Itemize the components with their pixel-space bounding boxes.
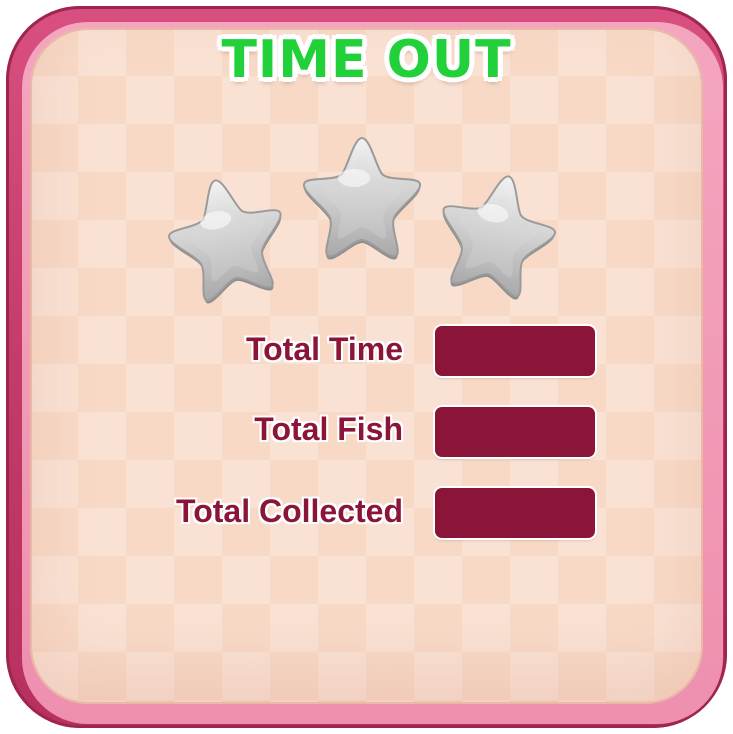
star-rating xyxy=(158,137,566,309)
stat-label-total-time: Total Time xyxy=(245,331,403,367)
stat-value-total-time xyxy=(435,326,595,376)
star-icon xyxy=(427,163,566,305)
stat-value-total-collected xyxy=(435,488,595,538)
stat-label-total-collected: Total Collected xyxy=(176,493,403,529)
stat-value-total-fish xyxy=(435,407,595,457)
star-icon xyxy=(302,137,422,260)
stat-label-total-fish: Total Fish xyxy=(254,411,403,447)
star-icon xyxy=(158,167,297,309)
